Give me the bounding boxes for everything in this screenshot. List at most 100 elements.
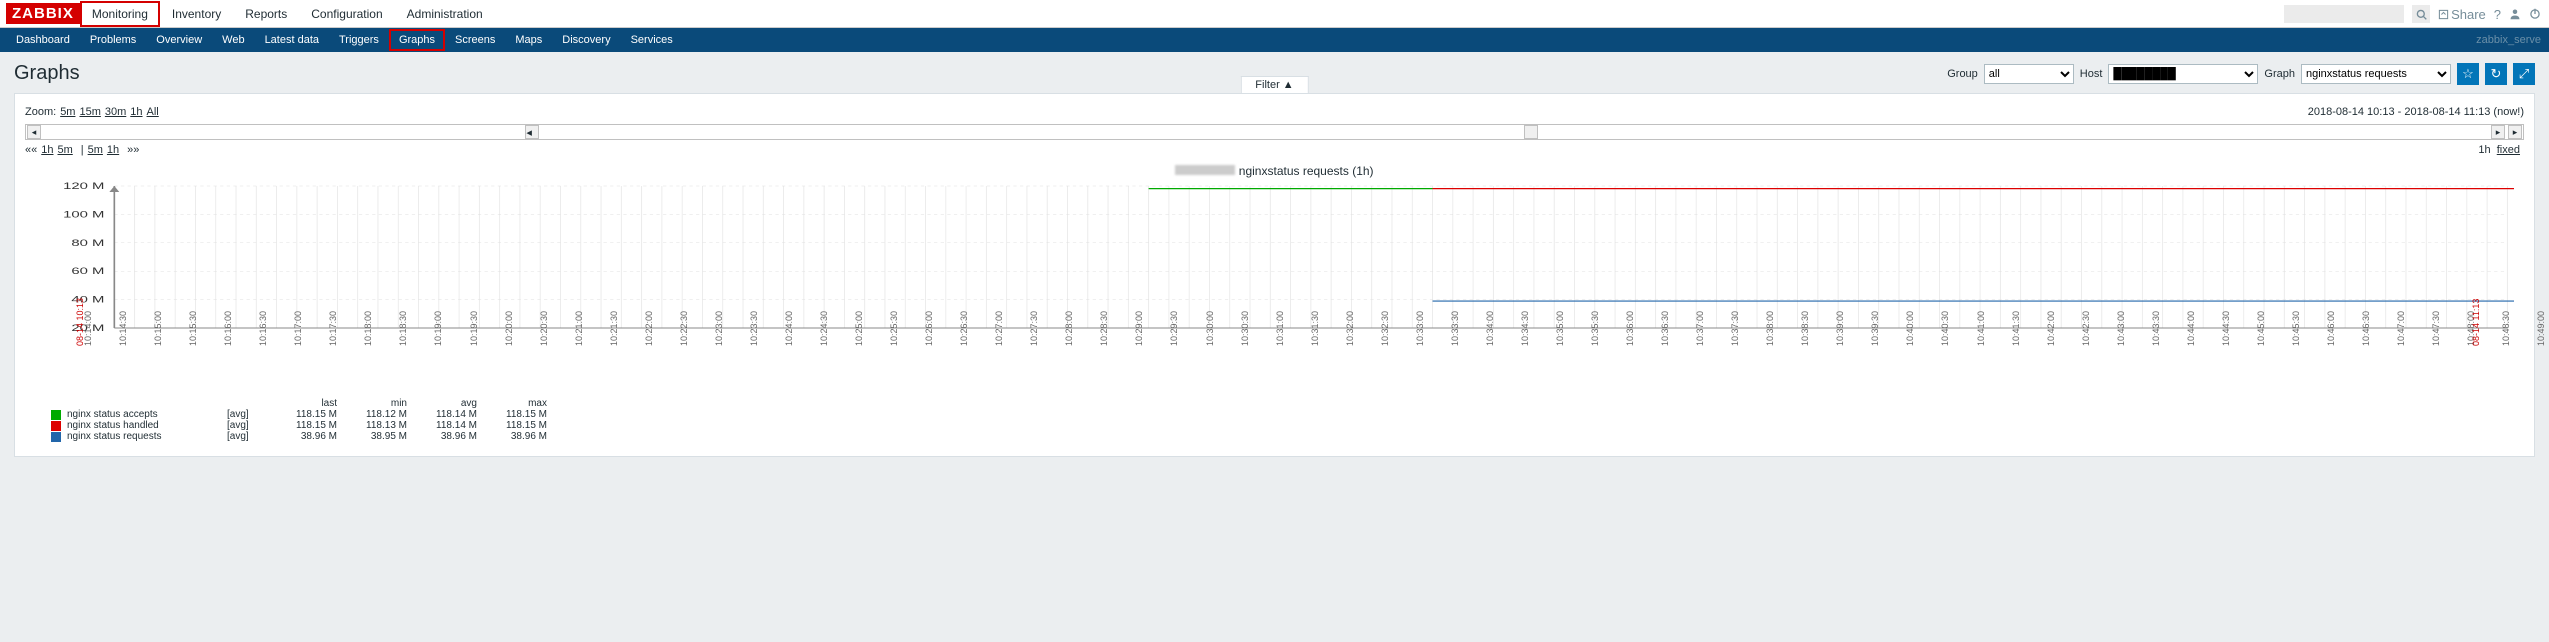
nav-dbl-right[interactable]: »» (127, 144, 139, 156)
group-select[interactable]: all (1984, 64, 2074, 84)
subnav-item-latest-data[interactable]: Latest data (255, 29, 329, 51)
scroll-right-button[interactable]: ▸ (2508, 125, 2522, 139)
subnav-item-problems[interactable]: Problems (80, 29, 146, 51)
x-label: 10:43:30 (2151, 311, 2187, 346)
topnav-item-reports[interactable]: Reports (233, 1, 299, 27)
graph-select[interactable]: nginxstatus requests (2301, 64, 2451, 84)
subnav-item-screens[interactable]: Screens (445, 29, 505, 51)
chart-area: nginxstatus requests (1h) 20 M40 M60 M80… (25, 164, 2524, 446)
x-label: 10:14:30 (118, 311, 154, 346)
subnav-item-maps[interactable]: Maps (505, 29, 552, 51)
nav-fixed: 1h fixed (2478, 144, 2524, 156)
subnav-item-services[interactable]: Services (621, 29, 683, 51)
subnav-item-web[interactable]: Web (212, 29, 254, 51)
refresh-button[interactable]: ↻ (2485, 63, 2507, 85)
legend-min: 118.13 M (337, 420, 407, 431)
nav-fixed-1h: 1h (2478, 144, 2490, 156)
x-label: 10:19:30 (469, 311, 505, 346)
zoom-links: 5m 15m 30m 1h All (60, 106, 163, 118)
legend-avg: 118.14 M (407, 409, 477, 420)
x-label: 10:16:30 (258, 311, 294, 346)
x-end-label: 08-14 11:13 (2471, 299, 2481, 346)
x-label: 10:14:00 (83, 311, 119, 346)
x-label: 10:18:30 (398, 311, 434, 346)
filter-tab[interactable]: Filter ▲ (1240, 76, 1308, 93)
svg-text:80 M: 80 M (71, 238, 104, 248)
x-label: 10:27:00 (994, 311, 1030, 346)
nav-links-row: «« 1h 5m | 5m 1h »» 1h fixed (25, 144, 2524, 156)
legend-name: nginx status handled (67, 420, 227, 431)
x-start-label: 08-14 10:13 (75, 298, 85, 346)
x-label: 10:41:30 (2011, 311, 2047, 346)
nav-left-1h[interactable]: 1h (41, 144, 53, 156)
x-label: 10:19:00 (433, 311, 469, 346)
scroll-play-button[interactable]: ▸ (2491, 125, 2505, 139)
svg-text:60 M: 60 M (71, 266, 104, 276)
legend-name: nginx status accepts (67, 409, 227, 420)
topnav-item-administration[interactable]: Administration (395, 1, 495, 27)
x-label: 10:21:30 (609, 311, 645, 346)
x-label: 10:33:00 (1415, 311, 1451, 346)
time-scrollbar[interactable]: ◂ ◂ ▸ ▸ (25, 124, 2524, 140)
x-label: 10:20:30 (539, 311, 575, 346)
nav-right-1h[interactable]: 1h (107, 144, 119, 156)
nav-left-5m[interactable]: 5m (58, 144, 73, 156)
subnav-item-dashboard[interactable]: Dashboard (6, 29, 80, 51)
zoom-label: Zoom: (25, 106, 56, 118)
user-icon[interactable] (2509, 8, 2521, 20)
x-label: 10:45:30 (2291, 311, 2327, 346)
fullscreen-button[interactable]: ⤢ (2513, 63, 2535, 85)
scroll-handle-left[interactable]: ◂ (525, 125, 539, 139)
power-icon[interactable] (2529, 8, 2541, 20)
scroll-left-button[interactable]: ◂ (27, 125, 41, 139)
x-label: 10:39:00 (1835, 311, 1871, 346)
x-label: 10:23:00 (714, 311, 750, 346)
share-label: Share (2451, 7, 2486, 22)
host-select[interactable]: ████████ (2108, 64, 2258, 84)
zoom-option-1h[interactable]: 1h (130, 106, 142, 118)
topnav-item-monitoring[interactable]: Monitoring (80, 1, 160, 27)
subnav-item-discovery[interactable]: Discovery (552, 29, 620, 51)
legend-h-name (67, 398, 227, 409)
graph-card: Filter ▲ Zoom: 5m15m30m1hAll 2018-08-14 … (14, 93, 2535, 457)
subnav-item-triggers[interactable]: Triggers (329, 29, 389, 51)
nav-right-5m[interactable]: 5m (88, 144, 103, 156)
x-label: 10:35:00 (1555, 311, 1591, 346)
x-label: 10:31:00 (1275, 311, 1311, 346)
subnav-item-overview[interactable]: Overview (146, 29, 212, 51)
x-label: 10:17:30 (328, 311, 364, 346)
help-icon[interactable]: ? (2494, 7, 2501, 22)
x-label: 10:46:00 (2326, 311, 2362, 346)
top-nav: MonitoringInventoryReportsConfigurationA… (80, 1, 495, 27)
legend-color-swatch (51, 410, 61, 420)
x-label: 10:43:00 (2116, 311, 2152, 346)
legend-last: 118.15 M (267, 409, 337, 420)
filter-row: Group all Host ████████ Graph nginxstatu… (1947, 63, 2535, 85)
x-label: 10:45:00 (2256, 311, 2292, 346)
scroll-handle-mid[interactable] (1524, 125, 1538, 139)
subnav-item-graphs[interactable]: Graphs (389, 29, 445, 51)
x-label: 10:25:30 (889, 311, 925, 346)
favorite-button[interactable]: ☆ (2457, 63, 2479, 85)
nav-fixed-link[interactable]: fixed (2497, 144, 2520, 156)
legend-h-avg: avg (407, 398, 477, 409)
zoom-option-15m[interactable]: 15m (79, 106, 100, 118)
legend-max: 118.15 M (477, 420, 547, 431)
legend-max: 118.15 M (477, 409, 547, 420)
legend-min: 38.95 M (337, 431, 407, 442)
x-label: 10:22:30 (679, 311, 715, 346)
x-label: 10:20:00 (504, 311, 540, 346)
search-input[interactable] (2284, 5, 2404, 23)
zoom-option-30m[interactable]: 30m (105, 106, 126, 118)
search-icon[interactable] (2412, 5, 2430, 23)
topnav-item-inventory[interactable]: Inventory (160, 1, 233, 27)
zoom-option-all[interactable]: All (147, 106, 159, 118)
share-link[interactable]: Share (2438, 7, 2486, 22)
topnav-item-configuration[interactable]: Configuration (299, 1, 394, 27)
zoom-option-5m[interactable]: 5m (60, 106, 75, 118)
legend-last: 38.96 M (267, 431, 337, 442)
x-label: 10:16:00 (223, 311, 259, 346)
legend-avg: 118.14 M (407, 420, 477, 431)
chart-svg: 20 M40 M60 M80 M100 M120 M (35, 182, 2514, 332)
nav-dbl-left[interactable]: «« (25, 144, 37, 156)
